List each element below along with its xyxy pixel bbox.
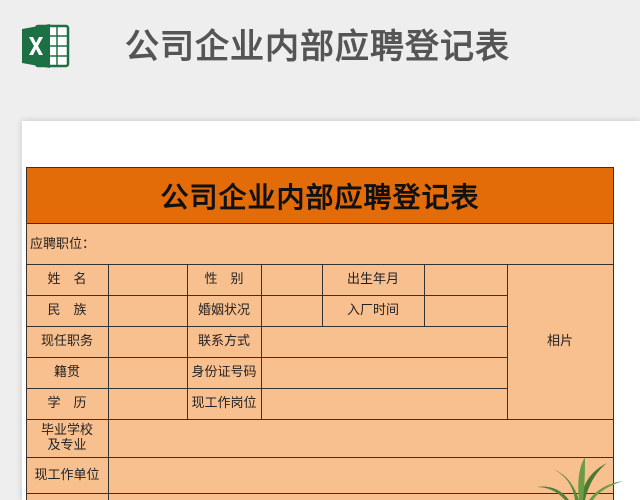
marital-status-label: 婚姻状况 (197, 303, 250, 318)
current-post-label: 现任职务 (40, 334, 93, 349)
form-title-banner: 公司企业内部应聘登记表 (26, 167, 614, 224)
photo-label: 相片 (546, 334, 573, 349)
registration-form: 公司企业内部应聘登记表 应聘职位： 姓 名 性 别 出生年月 民 族 婚姻状况 … (26, 167, 614, 500)
grid-line (26, 493, 614, 494)
spreadsheet-preview: 公司企业内部应聘登记表 应聘职位： 姓 名 性 别 出生年月 民 族 婚姻状况 … (22, 121, 640, 500)
education-label: 学 历 (47, 396, 87, 411)
current-employer-label: 现工作单位 (34, 467, 100, 483)
native-place-label: 籍贯 (53, 365, 80, 380)
school-major-label: 毕业学校及专业 (40, 423, 93, 453)
grid-line (26, 457, 614, 458)
grid-line (26, 419, 614, 420)
grid-line (424, 264, 425, 326)
excel-icon (22, 24, 70, 68)
plant-decoration-icon (537, 457, 623, 500)
name-label: 姓 名 (47, 272, 87, 287)
position-applied-label: 应聘职位： (30, 236, 96, 252)
id-number-label: 身份证号码 (191, 365, 257, 380)
contact-label: 联系方式 (197, 334, 250, 349)
grid-line (261, 264, 262, 419)
birth-date-label: 出生年月 (346, 272, 399, 287)
grid-line (613, 167, 614, 500)
form-title: 公司企业内部应聘登记表 (160, 180, 480, 214)
page-header: 公司企业内部应聘登记表 (0, 0, 640, 100)
factory-entry-date-label: 入厂时间 (346, 303, 399, 318)
gender-label: 性 别 (204, 272, 244, 287)
ethnicity-label: 民 族 (47, 303, 87, 318)
current-job-post-label: 现工作岗位 (191, 396, 257, 411)
grid-line (108, 264, 109, 500)
page-title: 公司企业内部应聘登记表 (125, 27, 510, 67)
